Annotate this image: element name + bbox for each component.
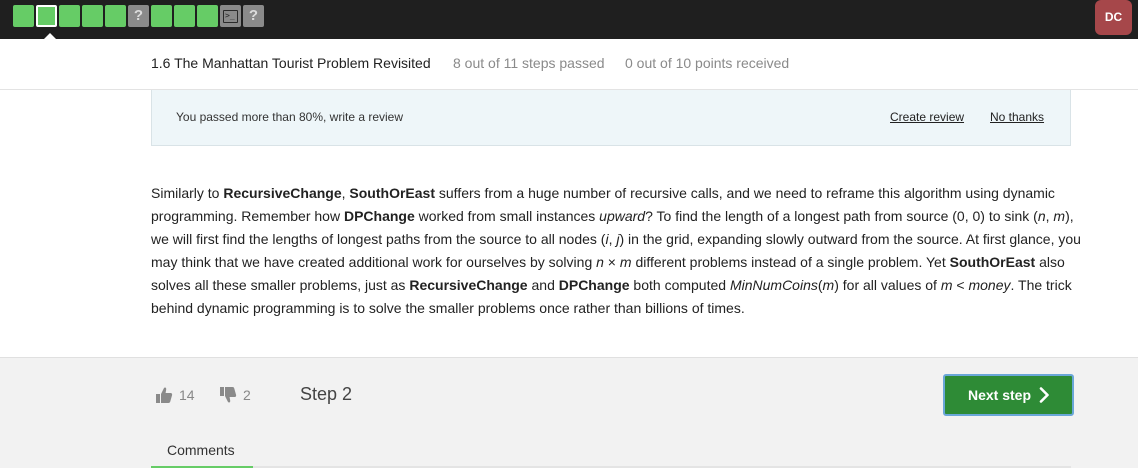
step-footer: 14 2 Step 2 Next step Comments bbox=[0, 357, 1138, 468]
step-text: Similarly to RecursiveChange, SouthOrEas… bbox=[151, 185, 1081, 316]
steps-progress: 8 out of 11 steps passed bbox=[453, 55, 605, 71]
step-11-quiz-button[interactable]: ? bbox=[243, 5, 264, 27]
review-banner: You passed more than 80%, write a review… bbox=[151, 90, 1071, 146]
like-count: 14 bbox=[179, 387, 195, 403]
like-button[interactable]: 14 bbox=[155, 386, 195, 404]
step-navigation: ? >_ ? bbox=[13, 5, 264, 29]
step-2-button[interactable] bbox=[36, 5, 57, 27]
term-dpchange: DPChange bbox=[343, 208, 415, 224]
step-10-code-button[interactable]: >_ bbox=[220, 5, 241, 27]
terminal-icon: >_ bbox=[223, 9, 238, 23]
tab-comments-label: Comments bbox=[167, 442, 235, 458]
tab-comments[interactable]: Comments bbox=[151, 440, 253, 468]
next-step-label: Next step bbox=[967, 387, 1032, 403]
step-6-quiz-button[interactable]: ? bbox=[128, 5, 149, 27]
step-4-button[interactable] bbox=[82, 5, 103, 27]
step-8-button[interactable] bbox=[174, 5, 195, 27]
create-review-link[interactable]: Create review bbox=[890, 110, 964, 124]
step-7-button[interactable] bbox=[151, 5, 172, 27]
term-southoreast: SouthOrEast bbox=[949, 254, 1036, 270]
term-dpchange: DPChange bbox=[558, 277, 630, 293]
lesson-title[interactable]: 1.6 The Manhattan Tourist Problem Revisi… bbox=[151, 55, 431, 71]
term-southoreast: SouthOrEast bbox=[349, 185, 435, 201]
step-3-button[interactable] bbox=[59, 5, 80, 27]
thumbs-down-icon bbox=[220, 387, 237, 403]
term-recursivechange: RecursiveChange bbox=[409, 277, 528, 293]
dislike-button[interactable]: 2 bbox=[219, 386, 251, 404]
step-9-button[interactable] bbox=[197, 5, 218, 27]
dislike-count: 2 bbox=[243, 387, 251, 403]
chevron-right-icon bbox=[1039, 387, 1049, 403]
points-progress: 0 out of 10 points received bbox=[625, 55, 790, 71]
term-recursivechange: RecursiveChange bbox=[223, 185, 342, 201]
step-number-label: Step 2 bbox=[300, 384, 353, 404]
thumbs-up-icon bbox=[156, 387, 173, 403]
no-thanks-link[interactable]: No thanks bbox=[990, 110, 1044, 124]
lesson-header: 1.6 The Manhattan Tourist Problem Revisi… bbox=[0, 39, 1138, 90]
step-5-button[interactable] bbox=[105, 5, 126, 27]
question-mark-icon: ? bbox=[248, 7, 259, 24]
user-avatar[interactable]: DC bbox=[1095, 0, 1132, 35]
question-mark-icon: ? bbox=[133, 7, 144, 24]
app-window: ? >_ ? DC 1.6 The Manhattan Tourist Prob… bbox=[0, 0, 1138, 468]
top-bar: ? >_ ? DC bbox=[0, 0, 1138, 40]
next-step-button[interactable]: Next step bbox=[943, 374, 1074, 416]
step-1-button[interactable] bbox=[13, 5, 34, 27]
review-message: You passed more than 80%, write a review bbox=[176, 110, 404, 124]
